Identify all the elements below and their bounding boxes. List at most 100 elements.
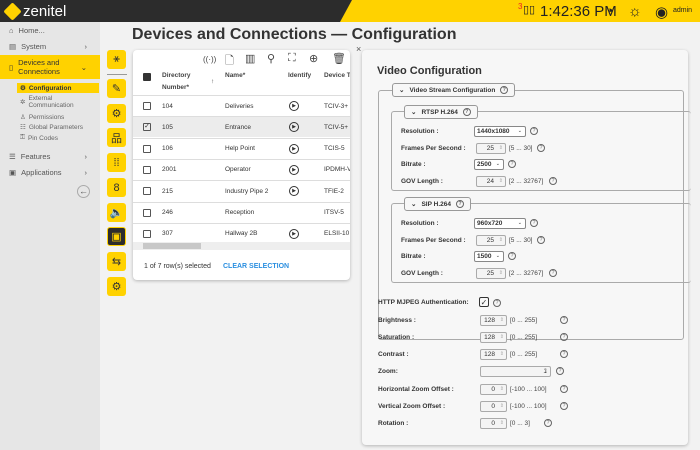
topology-tool[interactable]: ⚹: [107, 50, 126, 69]
sidebar-item-system[interactable]: ▤ System ›: [0, 42, 100, 51]
rtsp-resolution-select[interactable]: 1440x1080 ⌄: [474, 126, 526, 137]
sidebar-sub-global[interactable]: ☷ Global Parameters: [20, 123, 83, 132]
mjpeg-auth-checkbox[interactable]: ✓: [479, 297, 489, 307]
user-menu[interactable]: admin: [673, 7, 692, 14]
clear-selection-button[interactable]: CLEAR SELECTION: [223, 263, 289, 270]
row-checkbox[interactable]: [143, 229, 151, 238]
identify-play-icon[interactable]: ▶: [289, 186, 299, 197]
field-input[interactable]: 128: [480, 315, 507, 326]
sidebar-sub-permissions[interactable]: ♙ Permissions: [20, 113, 64, 122]
link-add-tool[interactable]: ⇆: [107, 252, 126, 271]
devices-icon[interactable]: ▯▯: [523, 3, 535, 16]
sip-legend[interactable]: ⌄ SIP H.264?: [404, 197, 471, 211]
identify-play-icon[interactable]: ▶: [289, 164, 299, 175]
brightness-icon[interactable]: ☼: [628, 3, 642, 20]
close-icon[interactable]: ×: [356, 44, 361, 54]
sip-resolution-select[interactable]: 960x720 ⌄: [474, 218, 526, 229]
video-tool[interactable]: ▣: [107, 227, 126, 246]
table-row[interactable]: 2001 Operator ▶ IPDMH-V: [133, 158, 350, 180]
fullscreen-icon[interactable]: ⛶: [288, 52, 296, 65]
stream-legend[interactable]: ⌄ Video Stream Configuration?: [392, 83, 516, 97]
hierarchy-tool[interactable]: 品: [107, 128, 126, 147]
table-row[interactable]: ✓ 105 Entrance ▶ TCIV-5+: [133, 116, 350, 138]
columns-icon[interactable]: ▥: [245, 52, 255, 65]
help-icon[interactable]: ?: [493, 299, 501, 307]
sidebar-item-devices[interactable]: ▯ Devices and Connections ⌄: [0, 55, 100, 79]
search-icon[interactable]: ⚲: [267, 52, 275, 65]
field-input[interactable]: 0: [480, 418, 507, 429]
sip-gov-input[interactable]: 25: [476, 267, 506, 279]
identify-play-icon[interactable]: ▶: [289, 101, 299, 111]
help-icon[interactable]: ?: [544, 419, 552, 427]
horizontal-scrollbar[interactable]: [133, 242, 350, 250]
help-icon[interactable]: ?: [530, 219, 538, 227]
sip-fps-input[interactable]: 25: [476, 234, 506, 246]
speedometer-icon[interactable]: ◔: [605, 3, 614, 20]
table-row[interactable]: 104 Deliveries ▶ TCIV-3+: [133, 95, 350, 116]
select-all-checkbox[interactable]: [143, 73, 151, 81]
row-checkbox[interactable]: ✓: [143, 123, 151, 132]
zenitel-logo[interactable]: zenitel: [3, 2, 66, 21]
user-icon[interactable]: ◉: [655, 3, 668, 21]
help-icon[interactable]: ?: [560, 333, 568, 341]
help-icon[interactable]: ?: [530, 127, 538, 135]
edit-tool[interactable]: ✎: [107, 79, 126, 98]
io-tool[interactable]: 8: [107, 178, 126, 197]
sidebar-sub-configuration[interactable]: ⚙ Configuration: [17, 83, 99, 93]
help-icon[interactable]: ?: [549, 268, 557, 277]
help-icon[interactable]: ?: [560, 316, 568, 324]
table-row[interactable]: 246 Reception ITSV-5: [133, 201, 350, 223]
help-icon[interactable]: ?: [549, 176, 557, 185]
document-search-icon[interactable]: 🗋: [225, 52, 234, 71]
rtsp-bitrate-select[interactable]: 2500 ⌄: [474, 159, 504, 170]
table-row[interactable]: 215 Industry Pipe 2 ▶ TFIE-2: [133, 180, 350, 201]
sip-bitrate-select[interactable]: 1500 ⌄: [474, 251, 504, 262]
help-icon[interactable]: ?: [537, 235, 545, 244]
row-checkbox[interactable]: [143, 165, 151, 174]
rtsp-legend[interactable]: ⌄ RTSP H.264?: [404, 105, 478, 119]
broadcast-icon[interactable]: ((·)): [203, 55, 216, 64]
field-input[interactable]: 0: [480, 384, 507, 395]
add-icon[interactable]: ⊕: [309, 52, 318, 65]
row-checkbox[interactable]: [143, 144, 151, 153]
help-icon[interactable]: ?: [455, 200, 464, 208]
field-input[interactable]: 0: [480, 401, 507, 412]
help-icon[interactable]: ?: [508, 160, 516, 168]
rtsp-gov-input[interactable]: 24: [476, 175, 506, 187]
sidebar-item-applications[interactable]: ▣ Applications ›: [0, 168, 100, 177]
help-icon[interactable]: ?: [560, 350, 568, 358]
sidebar-item-home[interactable]: ⌂ Home...: [0, 26, 100, 35]
settings-tool[interactable]: ⚙: [107, 104, 126, 123]
identify-play-icon[interactable]: ▶: [289, 122, 299, 133]
help-icon[interactable]: ?: [556, 367, 564, 375]
row-checkbox[interactable]: [143, 102, 151, 110]
delete-icon[interactable]: 🗑: [332, 52, 346, 65]
field-input[interactable]: 1: [480, 366, 551, 377]
column-name[interactable]: Name*: [225, 70, 245, 82]
identify-play-icon[interactable]: ▶: [289, 228, 299, 239]
help-icon[interactable]: ?: [508, 252, 516, 260]
help-icon[interactable]: ?: [560, 385, 568, 393]
audio-tool[interactable]: 🔈: [107, 203, 126, 222]
sort-asc-icon[interactable]: ↑: [211, 76, 214, 88]
field-input[interactable]: 128: [480, 332, 507, 343]
table-row[interactable]: 106 Help Point ▶ TCIS-5: [133, 137, 350, 159]
sidebar-sub-pincodes[interactable]: ⚿ Pin Codes: [20, 134, 58, 142]
keypad-tool[interactable]: ⁞⁞: [107, 153, 126, 172]
table-row[interactable]: 307 Hallway 2B ▶ ELSII-10: [133, 222, 350, 244]
row-checkbox[interactable]: [143, 208, 151, 217]
identify-play-icon[interactable]: ▶: [289, 143, 299, 154]
row-checkbox[interactable]: [143, 187, 151, 196]
field-input[interactable]: 128: [480, 349, 507, 360]
help-icon[interactable]: ?: [537, 143, 545, 152]
collapse-sidebar-button[interactable]: ←: [77, 185, 90, 198]
sidebar-item-features[interactable]: ☰ Features ›: [0, 152, 100, 161]
column-directory-number[interactable]: Directory Number*: [162, 70, 202, 94]
help-icon[interactable]: ?: [560, 402, 568, 410]
sidebar-sub-external[interactable]: ✲ External Communication: [20, 95, 80, 109]
help-icon[interactable]: ?: [500, 86, 509, 94]
rtsp-fps-input[interactable]: 25: [476, 142, 506, 154]
help-icon[interactable]: ?: [462, 108, 471, 116]
device-settings-tool[interactable]: ⚙: [107, 277, 126, 296]
column-device-type[interactable]: Device T: [324, 70, 350, 82]
